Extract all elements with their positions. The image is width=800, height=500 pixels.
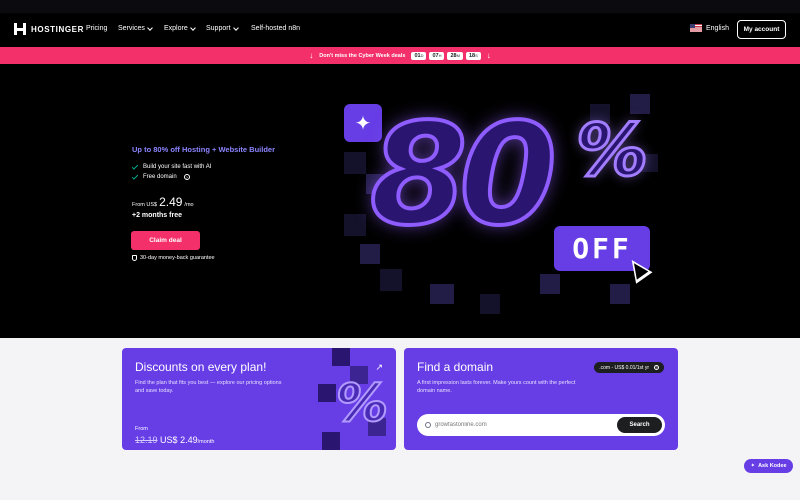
sparkle-icon: ✦: [750, 463, 756, 469]
price-from-label: From: [135, 426, 148, 432]
shield-icon: [132, 255, 137, 261]
timer-minutes: 28M: [447, 51, 463, 60]
nav-self-hosted-n8n[interactable]: Self-hosted n8n: [251, 25, 300, 32]
discounts-description: Find the plan that fits you best — explo…: [135, 380, 282, 394]
check-icon: [131, 162, 139, 170]
check-icon: [131, 172, 139, 180]
money-back-guarantee: 30-day money-back guarantee: [132, 255, 215, 261]
price-suffix: /mo: [184, 202, 194, 208]
top-strip: [0, 0, 800, 13]
hostinger-logo-icon: [14, 23, 26, 35]
ask-kodee-label: Ask Kodee: [758, 463, 787, 469]
price-period: /month: [197, 439, 215, 445]
language-label: English: [706, 24, 729, 32]
price-value: 2.49: [159, 195, 183, 209]
price-prefix: From US$: [132, 202, 158, 208]
domain-search-box: Search: [417, 414, 665, 436]
old-price: 12.19: [135, 435, 158, 445]
hostinger-logo[interactable]: HOSTINGER: [14, 23, 84, 35]
brand-name: HOSTINGER: [31, 24, 84, 34]
find-domain-title: Find a domain: [417, 360, 494, 374]
feature-label: Free domain: [143, 174, 177, 180]
find-domain-card: Find a domain .com - US$ 0.01/1st yr ? A…: [404, 348, 678, 450]
bonus-months: +2 months free: [132, 212, 182, 219]
percent-graphic: %: [335, 374, 389, 434]
nav-services-label: Services: [118, 25, 145, 32]
timer-seconds: 18S: [465, 51, 481, 60]
main-navigation: HOSTINGER Pricing Services Explore Suppo…: [0, 13, 800, 47]
currency: US$: [160, 435, 178, 445]
nav-explore-label: Explore: [164, 25, 188, 32]
promo-text: Don't miss the Cyber Week deals: [319, 52, 406, 59]
claim-deal-button[interactable]: Claim deal: [131, 231, 200, 250]
nav-pricing-label: Pricing: [86, 25, 108, 32]
timer-days: 01D: [411, 51, 427, 60]
promo-banner[interactable]: ↓ Don't miss the Cyber Week deals 01D 07…: [0, 47, 800, 64]
nav-support-label: Support: [206, 25, 231, 32]
feature-item: Free domain?: [131, 172, 211, 180]
us-flag-icon: [690, 24, 702, 32]
info-icon: ?: [654, 365, 659, 370]
percent-graphic: %: [574, 108, 649, 192]
search-button[interactable]: Search: [617, 417, 662, 433]
eighty-graphic: 80: [368, 94, 559, 257]
arrow-down-icon: ↓: [309, 50, 314, 60]
find-domain-description: A first impression lasts forever. Make y…: [417, 380, 576, 394]
language-selector[interactable]: English: [690, 24, 729, 32]
chevron-down-icon: [147, 24, 153, 31]
guarantee-label: 30-day money-back guarantee: [140, 255, 215, 261]
nav-explore[interactable]: Explore: [164, 24, 196, 32]
feature-list: Build your site fast with AI Free domain…: [131, 162, 212, 184]
offers-section: % Discounts on every plan! ↗ Find the pl…: [0, 338, 800, 500]
nav-support[interactable]: Support: [206, 24, 239, 32]
ask-kodee-button[interactable]: ✦ Ask Kodee: [744, 459, 793, 473]
feature-label: Build your site fast with AI: [143, 164, 212, 170]
discounts-title: Discounts on every plan!: [135, 360, 267, 374]
chevron-down-icon: [232, 24, 239, 31]
arrow-down-icon: ↓: [486, 50, 491, 60]
feature-item: Build your site fast with AI: [131, 162, 212, 170]
domain-search-input[interactable]: [435, 418, 615, 432]
tld-price-badge[interactable]: .com - US$ 0.01/1st yr ?: [594, 362, 664, 373]
arrow-up-right-icon[interactable]: ↗: [375, 362, 383, 373]
hero-section: Up to 80% off Hosting + Website Builder …: [0, 64, 800, 338]
hero-price: From US$ 2.49 /mo: [132, 195, 194, 209]
hero-title: Up to 80% off Hosting + Website Builder: [132, 145, 275, 154]
discounts-card[interactable]: % Discounts on every plan! ↗ Find the pl…: [122, 348, 396, 450]
countdown-timer: 01D 07H 28M 18S: [411, 51, 481, 60]
timer-hours: 07H: [429, 51, 445, 60]
nav-pricing[interactable]: Pricing: [86, 25, 107, 32]
help-icon[interactable]: ?: [183, 174, 190, 180]
chevron-down-icon: [189, 24, 196, 31]
nav-services[interactable]: Services: [118, 24, 153, 32]
hero-80-percent-off-graphic: ✦ 80 % OFF: [340, 94, 660, 324]
search-icon: [425, 422, 431, 428]
new-price: 2.49: [180, 435, 198, 445]
nav-n8n-label: Self-hosted n8n: [251, 25, 301, 32]
discounts-price: 12.19 US$ 2.49/month: [135, 435, 214, 445]
my-account-button[interactable]: My account: [737, 20, 786, 39]
tld-badge-label: .com - US$ 0.01/1st yr: [599, 364, 649, 371]
